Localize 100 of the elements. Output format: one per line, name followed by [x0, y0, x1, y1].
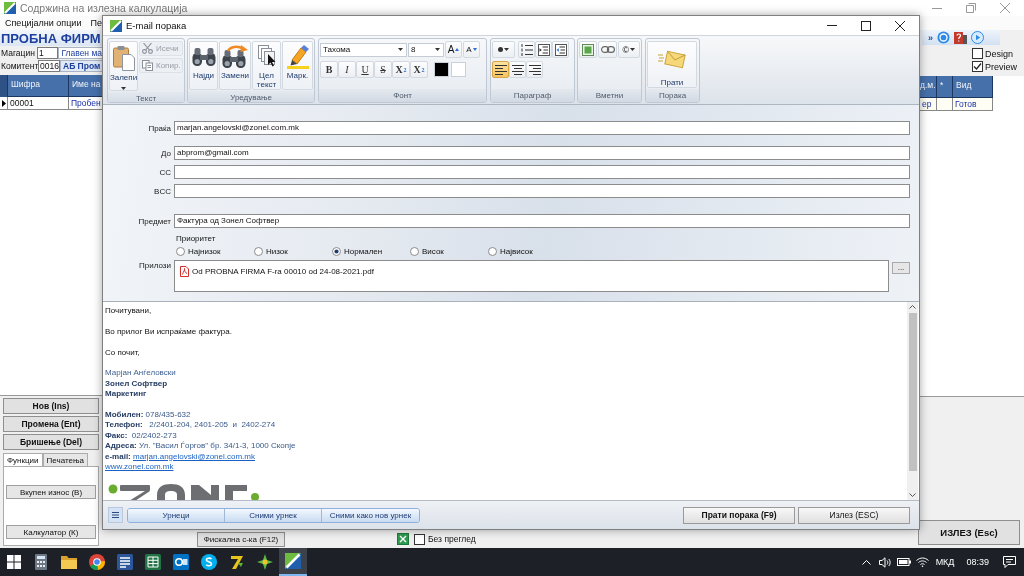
font-size-dropdown[interactable]: 8: [408, 42, 444, 57]
help-book-icon[interactable]: [954, 31, 967, 44]
exit-button[interactable]: ИЗЛЕЗ (Esc): [918, 520, 1020, 545]
action-button[interactable]: Промена (Ent): [3, 416, 99, 432]
cc-field[interactable]: [174, 165, 910, 179]
caret-down-icon: [472, 48, 477, 51]
column-header[interactable]: *: [937, 76, 953, 98]
subject-field[interactable]: Фактура од Зонел Софтвер: [174, 214, 910, 228]
menu-item[interactable]: Специјални опции: [5, 18, 82, 28]
function-button[interactable]: Калкулатор (К): [6, 525, 96, 539]
menu-item[interactable]: Пе: [90, 18, 102, 28]
circle-icon[interactable]: [937, 31, 950, 44]
image-icon: [582, 43, 595, 56]
to-field[interactable]: abprom@gmail.com: [174, 146, 910, 160]
grid-corner: [0, 75, 8, 97]
tab[interactable]: Печатења: [42, 453, 88, 466]
row-header[interactable]: [0, 97, 8, 110]
send-button[interactable]: Прати: [647, 41, 697, 88]
strikethrough-button[interactable]: S: [374, 61, 392, 78]
spreadsheet-icon[interactable]: [397, 533, 409, 545]
ribbon-group-label: Текст: [108, 92, 184, 102]
option-checkbox[interactable]: Design: [920, 47, 1024, 60]
code-field[interactable]: 1: [36, 47, 59, 59]
priority-radio[interactable]: Најнизок: [176, 246, 254, 256]
align-left-button[interactable]: [492, 61, 509, 78]
play-icon[interactable]: [971, 31, 984, 44]
color-swatch-icon[interactable]: [451, 62, 466, 77]
arrow-down-icon[interactable]: [909, 493, 916, 497]
email-link[interactable]: marjan.angelovski@zonel.com.mk: [133, 451, 255, 461]
minimize-icon: [827, 25, 837, 26]
fiscal-button[interactable]: Фискална с-ка (F12): [197, 531, 285, 547]
field-label: Прилози: [138, 261, 171, 270]
italic-button[interactable]: I: [338, 61, 356, 78]
outdent-button[interactable]: [552, 41, 569, 58]
no-preview-checkbox[interactable]: Без преглед: [414, 533, 476, 545]
align-center-button[interactable]: [509, 61, 526, 78]
priority-radio[interactable]: Низок: [254, 246, 332, 256]
message-line: Почитувани,: [105, 306, 152, 317]
template-button[interactable]: Сними урнек: [225, 508, 322, 522]
color-swatch-icon[interactable]: [434, 62, 449, 77]
find-button[interactable]: Најди: [189, 41, 218, 90]
wifi-icon[interactable]: [915, 557, 929, 567]
paste-button[interactable]: Залепи: [109, 41, 138, 91]
grow-font-button[interactable]: A: [445, 41, 462, 58]
clock[interactable]: 08:39: [966, 557, 989, 567]
value-field[interactable]: Главен ма: [58, 47, 102, 59]
send-message-button[interactable]: Прати порака (F9): [683, 506, 795, 524]
arrow-up-icon[interactable]: [909, 305, 916, 309]
more-button[interactable]: »: [928, 32, 933, 43]
website-link[interactable]: www.zonel.com.mk: [105, 462, 174, 472]
battery-icon[interactable]: [896, 558, 911, 566]
code-field[interactable]: 0016: [38, 60, 60, 72]
align-right-button[interactable]: [526, 61, 543, 78]
attachments-field[interactable]: Od PROBNA FIRMA F-ra 00010 od 24-08-2021.pdf: [174, 260, 889, 292]
symbol-button[interactable]: ©: [617, 41, 640, 58]
value-field[interactable]: АБ Пром: [60, 60, 102, 72]
highlight-button[interactable]: Марк.: [282, 41, 313, 90]
numbered-list-button[interactable]: [518, 41, 535, 58]
bold-button[interactable]: B: [320, 61, 338, 78]
insert-image-button[interactable]: [579, 41, 598, 58]
column-header[interactable]: Шифра: [8, 75, 69, 97]
insert-link-button[interactable]: [598, 41, 617, 58]
tab[interactable]: Функции: [3, 453, 43, 466]
column-header[interactable]: Име на: [69, 75, 102, 97]
chevron-up-icon[interactable]: [861, 559, 871, 565]
language-indicator[interactable]: МКД: [935, 557, 955, 567]
priority-radio[interactable]: Нормален: [332, 246, 410, 256]
option-checkbox[interactable]: Preview: [920, 60, 1024, 73]
menu-button[interactable]: [108, 507, 123, 523]
priority-radio[interactable]: Највисок: [488, 246, 533, 256]
column-header[interactable]: Вид: [953, 76, 993, 98]
select-all-button[interactable]: Цел текст: [252, 41, 281, 90]
from-field[interactable]: marjan.angelovski@zonel.com.mk: [174, 121, 910, 135]
message-line: Со почит,: [105, 347, 140, 358]
exit-button[interactable]: Излез (ESC): [798, 506, 910, 524]
bcc-field[interactable]: [174, 184, 910, 198]
priority-radio[interactable]: Висок: [410, 246, 488, 256]
minimize-icon: [932, 7, 942, 9]
browse-button[interactable]: ...: [892, 262, 910, 274]
speaker-icon[interactable]: [878, 556, 891, 568]
field-label: BCC: [153, 186, 171, 196]
action-button[interactable]: Бришење (Del): [3, 434, 99, 450]
scrollbar-thumb[interactable]: [908, 313, 917, 471]
attachment-item[interactable]: Od PROBNA FIRMA F-ra 00010 od 24-08-2021.pdf: [180, 266, 374, 277]
superscript-button[interactable]: X$^{2}$: [410, 61, 428, 78]
indent-button[interactable]: [535, 41, 552, 58]
column-header[interactable]: д.м.: [920, 76, 937, 98]
template-button[interactable]: Сними како нов урнек: [322, 508, 419, 522]
function-button[interactable]: Вкупен износ (В): [6, 485, 96, 499]
notification-icon[interactable]: [1003, 556, 1016, 568]
shrink-font-button[interactable]: A: [463, 41, 480, 58]
underline-button[interactable]: U: [356, 61, 374, 78]
action-button[interactable]: Нов (Ins): [3, 398, 99, 414]
contact-line: Телефон: 2/2401-204, 2401-205 и 2402-274: [105, 420, 276, 431]
template-button[interactable]: Урнеци: [128, 508, 225, 522]
bullet-list-button[interactable]: [492, 41, 515, 58]
scrollbar[interactable]: [907, 302, 918, 500]
replace-button[interactable]: Замени: [219, 41, 251, 90]
taskbar-button[interactable]: [279, 548, 307, 576]
font-family-dropdown[interactable]: Тахома: [320, 42, 407, 57]
